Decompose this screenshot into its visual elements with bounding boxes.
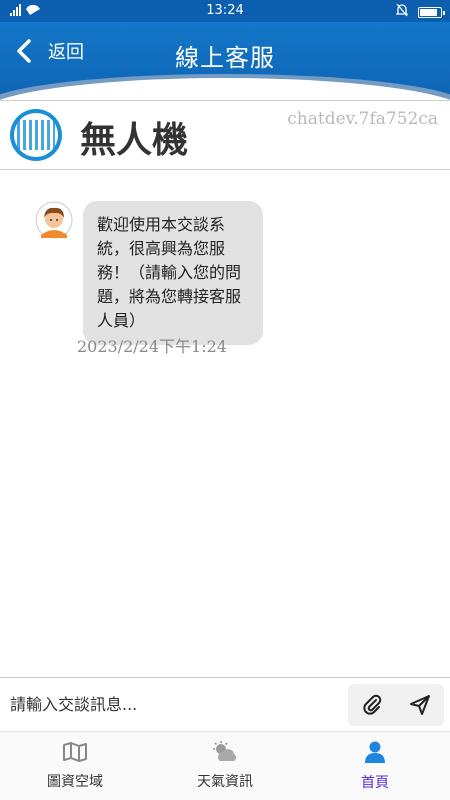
page-title: 線上客服	[175, 44, 275, 72]
org-bar: 無人機 chatdev.7fa752ca	[0, 100, 450, 170]
message-timestamp: 2023/2/24下午1:24	[77, 337, 227, 356]
map-icon	[62, 741, 88, 767]
tab-label: 圖資空域	[47, 774, 103, 790]
tab-label: 天氣資訊	[197, 774, 253, 790]
status-time: 13:24	[206, 3, 244, 18]
battery-icon	[418, 6, 445, 18]
agent-avatar	[35, 201, 73, 239]
person-icon	[363, 740, 387, 768]
mute-bell-icon	[395, 3, 409, 21]
weather-icon	[211, 741, 239, 767]
org-logo	[10, 109, 62, 161]
attachment-icon[interactable]	[362, 694, 382, 716]
tab-map-airspace[interactable]: 圖資空域	[0, 732, 150, 800]
app-header: 返回 線上客服	[0, 22, 450, 100]
message-input[interactable]	[0, 678, 345, 730]
send-icon[interactable]	[409, 694, 431, 716]
message-bubble: 歡迎使用本交談系統，很高興為您服務！（請輸入您的問題，將為您轉接客服人員）	[83, 201, 263, 345]
org-name: 無人機	[80, 120, 189, 161]
chat-session-id: chatdev.7fa752ca	[287, 109, 438, 129]
tab-home[interactable]: 首頁	[300, 732, 450, 800]
input-actions	[348, 684, 444, 726]
bottom-tab-bar: 圖資空域 天氣資訊 首頁	[0, 731, 450, 800]
message-input-bar	[0, 677, 450, 731]
tab-label: 首頁	[361, 775, 389, 791]
chat-area[interactable]: 歡迎使用本交談系統，很高興為您服務！（請輸入您的問題，將為您轉接客服人員） 20…	[0, 171, 450, 677]
status-bar: 13:24	[0, 0, 450, 22]
tab-weather-info[interactable]: 天氣資訊	[150, 732, 300, 800]
